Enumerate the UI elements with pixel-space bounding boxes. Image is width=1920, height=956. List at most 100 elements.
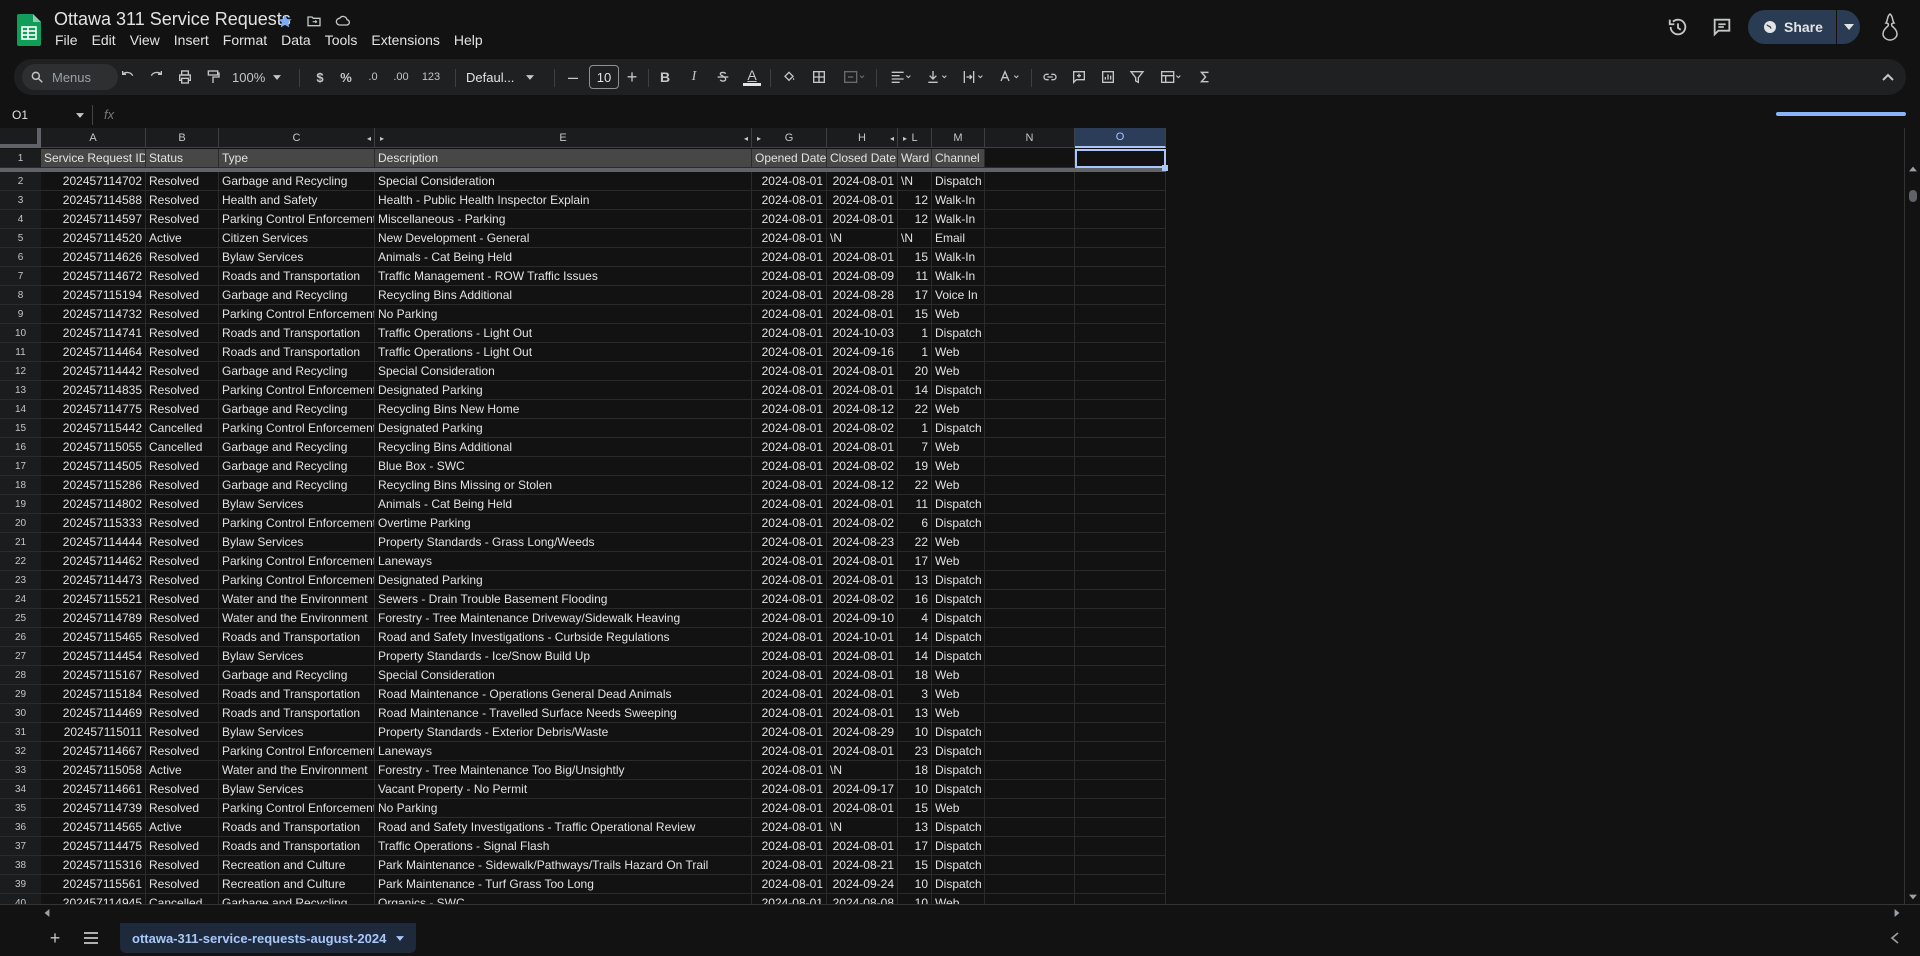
empty-cell[interactable] — [985, 514, 1075, 533]
table-cell[interactable]: Web — [932, 438, 985, 457]
table-cell[interactable]: Health - Public Health Inspector Explain — [375, 191, 752, 210]
filter-icon[interactable] — [1124, 59, 1150, 95]
table-cell[interactable]: 2024-08-09 — [827, 267, 898, 286]
table-cell[interactable]: 13 — [898, 571, 932, 590]
table-cell[interactable]: 2024-08-01 — [752, 514, 827, 533]
table-cell[interactable]: Active — [146, 761, 219, 780]
table-cell[interactable]: Designated Parking — [375, 381, 752, 400]
share-button[interactable]: Share — [1748, 10, 1836, 44]
table-cell[interactable]: Water and the Environment — [219, 609, 375, 628]
table-cell[interactable]: 202457114444 — [41, 533, 146, 552]
table-cell[interactable]: 2024-08-01 — [827, 438, 898, 457]
table-cell[interactable]: 202457114945 — [41, 894, 146, 904]
table-cell[interactable]: Bylaw Services — [219, 723, 375, 742]
empty-cell[interactable] — [985, 533, 1075, 552]
sheet-tab[interactable]: ottawa-311-service-requests-august-2024 — [120, 923, 417, 953]
table-cell[interactable]: Dispatch — [932, 381, 985, 400]
row-number[interactable]: 4 — [0, 210, 41, 229]
menu-view[interactable]: View — [123, 31, 167, 51]
table-cell[interactable]: \N — [827, 761, 898, 780]
table-cell[interactable]: 2024-08-01 — [752, 419, 827, 438]
empty-cell[interactable] — [1075, 780, 1166, 799]
table-cell[interactable]: 2024-08-01 — [827, 552, 898, 571]
table-cell[interactable]: Dispatch — [932, 495, 985, 514]
table-cell[interactable]: Walk-In — [932, 267, 985, 286]
table-cell[interactable]: Roads and Transportation — [219, 324, 375, 343]
table-cell[interactable]: 202457115333 — [41, 514, 146, 533]
table-cell[interactable]: 2024-08-01 — [752, 590, 827, 609]
text-wrapping-icon[interactable] — [956, 59, 990, 95]
table-cell[interactable]: Resolved — [146, 514, 219, 533]
table-cell[interactable]: Resolved — [146, 704, 219, 723]
row-number[interactable]: 30 — [0, 704, 41, 723]
table-cell[interactable]: Resolved — [146, 742, 219, 761]
empty-cell[interactable] — [985, 495, 1075, 514]
table-cell[interactable]: Dispatch — [932, 818, 985, 837]
table-cell[interactable]: 1 — [898, 343, 932, 362]
table-cell[interactable]: Resolved — [146, 552, 219, 571]
table-cell[interactable]: Roads and Transportation — [219, 837, 375, 856]
fill-handle[interactable] — [1162, 165, 1168, 171]
table-cell[interactable]: Garbage and Recycling — [219, 476, 375, 495]
print-icon[interactable] — [172, 59, 198, 95]
table-cell[interactable]: Forestry - Tree Maintenance Driveway/Sid… — [375, 609, 752, 628]
row-number[interactable]: 21 — [0, 533, 41, 552]
empty-cell[interactable] — [1075, 894, 1166, 904]
table-cell[interactable]: Dispatch — [932, 514, 985, 533]
empty-cell[interactable] — [1075, 666, 1166, 685]
empty-cell[interactable] — [985, 248, 1075, 267]
row-number[interactable]: 40 — [0, 894, 41, 904]
table-cell[interactable]: 2024-08-01 — [752, 685, 827, 704]
table-cell[interactable]: Property Standards - Ice/Snow Build Up — [375, 647, 752, 666]
table-cell[interactable]: 2024-08-01 — [752, 837, 827, 856]
empty-cell[interactable] — [985, 666, 1075, 685]
table-cell[interactable]: 2024-08-01 — [752, 476, 827, 495]
share-dropdown-button[interactable] — [1837, 10, 1860, 44]
table-cell[interactable]: 202457114741 — [41, 324, 146, 343]
table-cell[interactable]: Health and Safety — [219, 191, 375, 210]
table-cell[interactable]: 2024-08-01 — [752, 818, 827, 837]
avatar[interactable] — [1876, 12, 1904, 42]
header-cell[interactable]: Ward — [898, 149, 932, 168]
table-cell[interactable]: 22 — [898, 476, 932, 495]
font-family-select[interactable]: Defaul... — [466, 59, 546, 95]
table-cell[interactable]: Bylaw Services — [219, 647, 375, 666]
row-number[interactable]: 7 — [0, 267, 41, 286]
table-cell[interactable]: 202457114739 — [41, 799, 146, 818]
table-views-icon[interactable] — [1153, 59, 1189, 95]
table-cell[interactable]: Property Standards - Grass Long/Weeds — [375, 533, 752, 552]
empty-cell[interactable] — [985, 761, 1075, 780]
table-cell[interactable]: Resolved — [146, 647, 219, 666]
table-cell[interactable]: 2024-08-01 — [752, 305, 827, 324]
table-cell[interactable]: 15 — [898, 856, 932, 875]
empty-cell[interactable] — [1075, 191, 1166, 210]
table-cell[interactable]: \N — [898, 172, 932, 191]
table-cell[interactable]: 10 — [898, 723, 932, 742]
table-cell[interactable]: Walk-In — [932, 191, 985, 210]
table-cell[interactable]: Resolved — [146, 172, 219, 191]
row-number[interactable]: 31 — [0, 723, 41, 742]
table-cell[interactable]: 2024-08-23 — [827, 533, 898, 552]
table-cell[interactable]: Walk-In — [932, 210, 985, 229]
table-cell[interactable]: Resolved — [146, 191, 219, 210]
table-cell[interactable]: 2024-08-01 — [752, 571, 827, 590]
undo-icon[interactable] — [116, 59, 140, 95]
table-cell[interactable]: Traffic Operations - Light Out — [375, 343, 752, 362]
empty-cell[interactable] — [985, 780, 1075, 799]
table-cell[interactable]: 202457114520 — [41, 229, 146, 248]
table-cell[interactable]: 2024-08-08 — [827, 894, 898, 904]
horizontal-scrollbar[interactable] — [0, 904, 1920, 920]
row-number[interactable]: 11 — [0, 343, 41, 362]
italic-button[interactable]: I — [681, 59, 707, 95]
table-cell[interactable]: Recreation and Culture — [219, 875, 375, 894]
table-cell[interactable]: Bylaw Services — [219, 533, 375, 552]
table-cell[interactable]: \N — [898, 229, 932, 248]
table-cell[interactable]: Dispatch — [932, 742, 985, 761]
table-cell[interactable]: 10 — [898, 780, 932, 799]
table-cell[interactable]: Garbage and Recycling — [219, 286, 375, 305]
empty-cell[interactable] — [1075, 647, 1166, 666]
table-cell[interactable]: Resolved — [146, 685, 219, 704]
table-cell[interactable]: 202457114672 — [41, 267, 146, 286]
table-cell[interactable]: 2024-09-24 — [827, 875, 898, 894]
table-cell[interactable]: 202457114565 — [41, 818, 146, 837]
